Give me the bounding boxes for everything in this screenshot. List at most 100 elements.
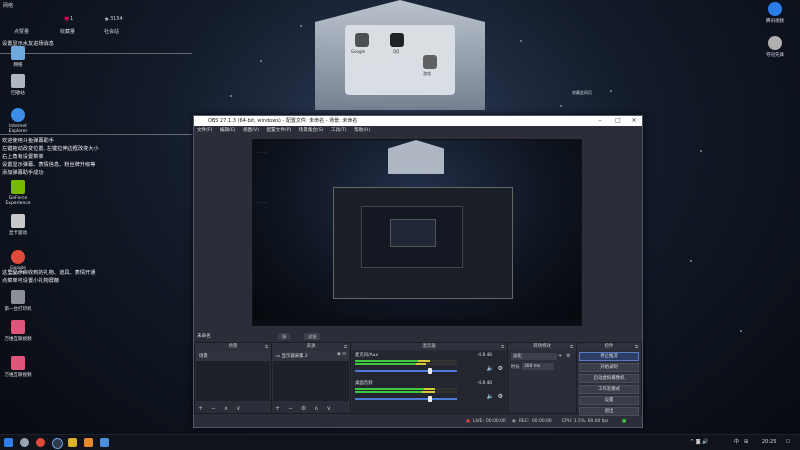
studio-mode-button[interactable]: 工作室模式 bbox=[579, 385, 639, 394]
dock-title: 来源 bbox=[306, 344, 316, 349]
windows-start-icon[interactable] bbox=[4, 438, 13, 447]
menu-profile[interactable]: 配置文件(P) bbox=[266, 128, 291, 133]
qq-icon[interactable] bbox=[390, 33, 404, 47]
heart-icon: ♥ bbox=[64, 16, 70, 23]
ime-indicator[interactable]: 中 bbox=[734, 435, 739, 450]
scenes-controls[interactable]: + − ∧ ∨ bbox=[198, 405, 244, 412]
speaker-icon[interactable]: 🔈 bbox=[487, 393, 494, 400]
dock-float-icon[interactable]: ⧉ bbox=[570, 343, 573, 350]
overlay-line: 设置显示弹幕、表情信息、粉丝牌升级等 bbox=[2, 162, 96, 168]
desktop-icon-driver[interactable]: 显卡驱动 bbox=[1, 214, 35, 236]
chrome-icon bbox=[11, 250, 25, 264]
desktop-icon-recycle[interactable]: 回收站 bbox=[1, 74, 35, 96]
start-recording-button[interactable]: 开始录制 bbox=[579, 363, 639, 372]
dock-header: 控件 ⧉ bbox=[577, 343, 641, 350]
live-time: 00:00:00 bbox=[486, 419, 506, 424]
icon-label: 万维互联视频 bbox=[4, 373, 32, 378]
dock-float-icon[interactable]: ⧉ bbox=[635, 343, 638, 350]
speaker-icon[interactable]: 🔈 bbox=[487, 365, 494, 372]
gear-icon[interactable]: ⚙ bbox=[498, 365, 503, 372]
google-icon[interactable] bbox=[355, 33, 369, 47]
gear-icon[interactable]: ⚙ bbox=[566, 353, 570, 359]
current-scene-label: 未命名 bbox=[197, 334, 211, 339]
overlay-divider bbox=[0, 134, 192, 135]
rec-time: 00:00:00 bbox=[532, 419, 552, 424]
dock-title: 控件 bbox=[604, 344, 614, 349]
internet-explorer-icon bbox=[11, 108, 25, 122]
desktop-icon-geforce[interactable]: GeForce Experience bbox=[1, 180, 35, 206]
game-icon[interactable] bbox=[423, 55, 437, 69]
chrome-taskbar-icon[interactable] bbox=[36, 438, 45, 447]
fader-knob[interactable] bbox=[428, 396, 433, 402]
grid-icon[interactable]: ⊞ bbox=[744, 435, 748, 450]
minimize-button[interactable]: – bbox=[594, 116, 606, 126]
menu-file[interactable]: 文件(F) bbox=[197, 128, 212, 133]
mixer-track-desktop: 桌面音频 -4.8 dB 🔈 ⚙ bbox=[352, 379, 506, 407]
desktop-icon-network[interactable]: 网络 bbox=[1, 46, 35, 68]
volume-fader[interactable] bbox=[355, 368, 457, 374]
plus-icon[interactable]: + bbox=[558, 353, 562, 359]
house-label: QQ bbox=[393, 49, 400, 54]
start-virtual-camera-button[interactable]: 启动虚拟摄像机 bbox=[579, 374, 639, 383]
dock-float-icon[interactable]: ⧉ bbox=[265, 343, 268, 350]
preview-ghost-text: ······ ····· bbox=[255, 150, 267, 154]
menu-view[interactable]: 视图(V) bbox=[243, 128, 259, 133]
duration-input[interactable]: 300 ms bbox=[522, 363, 554, 370]
close-button[interactable]: ✕ bbox=[628, 116, 640, 126]
app-yellow-icon[interactable] bbox=[68, 438, 77, 447]
stop-streaming-button[interactable]: 停止推流 bbox=[579, 352, 639, 361]
house-inner: Google QQ 游戏 bbox=[345, 25, 455, 95]
star bbox=[700, 150, 702, 152]
gear-icon[interactable]: ⚙ bbox=[498, 393, 503, 400]
desktop-icon-video-1[interactable]: 万维互联视频 bbox=[1, 320, 35, 342]
obs-statusbar: ● LIVE: 00:00:00 ● REC: 00:00:00 CPU: 1.… bbox=[194, 416, 642, 427]
desktop-icon-printer[interactable]: 第一台打印机 bbox=[1, 290, 35, 312]
obs-titlebar[interactable]: OBS 27.1.3 (64-bit, windows) - 配置文件: 未命名… bbox=[194, 116, 642, 126]
right-widget-overwatch[interactable]: 夺冠先锋 bbox=[755, 36, 795, 58]
overlay-line: 添加弹幕助手成功 bbox=[2, 170, 44, 176]
maximize-button[interactable]: □ bbox=[612, 116, 624, 126]
clock[interactable]: 20:25 bbox=[762, 435, 776, 450]
menu-edit[interactable]: 编辑(E) bbox=[220, 128, 236, 133]
sources-controls[interactable]: + − ⚙ ∧ ∨ bbox=[275, 405, 334, 412]
app-blue-icon[interactable] bbox=[100, 438, 109, 447]
right-widget-tencent-video[interactable]: 腾讯视频 bbox=[755, 2, 795, 24]
menu-scene-collection[interactable]: 场景集合(S) bbox=[299, 128, 324, 133]
dock-float-icon[interactable]: ⧉ bbox=[344, 343, 347, 350]
app-orange-icon[interactable] bbox=[84, 438, 93, 447]
obs-preview[interactable]: ······ ····· ···· ······· bbox=[252, 139, 582, 326]
tray-icons[interactable]: ^ ◙ 🔊 bbox=[690, 435, 708, 450]
exit-button[interactable]: 退出 bbox=[579, 407, 639, 416]
search-icon[interactable] bbox=[20, 438, 29, 447]
house-label: 游戏 bbox=[423, 71, 431, 76]
menu-help[interactable]: 帮助(H) bbox=[354, 128, 370, 133]
sources-pill[interactable]: 源 bbox=[278, 333, 291, 340]
star bbox=[260, 60, 262, 62]
volume-meter bbox=[355, 363, 457, 365]
overlay-mid: 欢迎使用斗鱼弹幕助手 左键拖动改变位置, 左键拉伸边框改变大小 右上角有设置菜单… bbox=[2, 137, 192, 177]
printer-icon bbox=[11, 290, 25, 304]
settings-button[interactable]: 设置 bbox=[579, 396, 639, 405]
obs-taskbar-icon[interactable] bbox=[52, 438, 63, 449]
volume-fader[interactable] bbox=[355, 396, 457, 402]
track-name: 桌面音频 bbox=[355, 381, 373, 386]
notification-icon[interactable]: ☐ bbox=[786, 435, 790, 450]
desktop-icon-ie[interactable]: Internet Explorer bbox=[1, 108, 35, 134]
menu-tools[interactable]: 工具(T) bbox=[331, 128, 347, 133]
overwatch-icon bbox=[768, 36, 782, 50]
recycle-bin-icon bbox=[11, 74, 25, 88]
transition-type-select[interactable]: 淡化 bbox=[511, 353, 557, 360]
star bbox=[230, 95, 232, 97]
source-item[interactable]: ▭ 显示器采集 2 ◉ ⊡ bbox=[273, 351, 349, 361]
desktop-icon-video-2[interactable]: 万维互联视频 bbox=[1, 356, 35, 378]
icon-label: 第一台打印机 bbox=[4, 307, 32, 312]
fader-knob[interactable] bbox=[428, 368, 433, 374]
visibility-icon[interactable]: ◉ ⊡ bbox=[337, 352, 346, 357]
driver-icon bbox=[11, 214, 25, 228]
network-icon bbox=[11, 46, 25, 60]
filters-pill[interactable]: 滤镜 bbox=[304, 333, 321, 340]
desktop-icon-chrome[interactable]: Google Chrome bbox=[1, 250, 35, 276]
dock-float-icon[interactable]: ⧉ bbox=[501, 343, 504, 350]
widget-label-1: 收藏量 bbox=[60, 29, 76, 35]
scene-item[interactable]: 场景 bbox=[196, 351, 270, 361]
